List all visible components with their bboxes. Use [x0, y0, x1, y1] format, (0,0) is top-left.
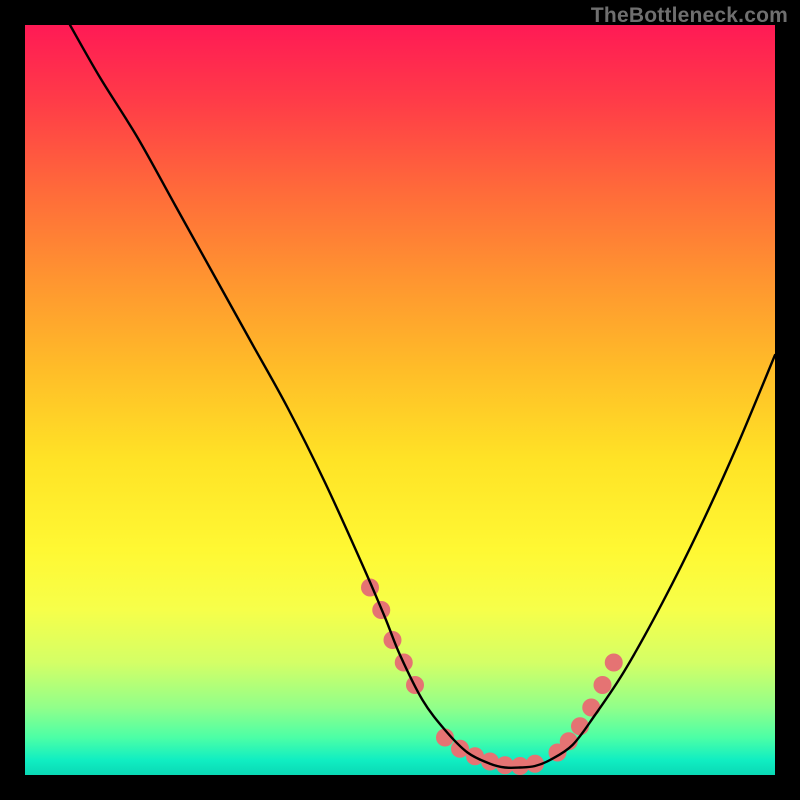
- chart-svg: [25, 25, 775, 775]
- highlight-dot: [594, 676, 612, 694]
- plot-area: [25, 25, 775, 775]
- curve-line: [70, 25, 775, 768]
- highlight-dot: [605, 654, 623, 672]
- highlight-dot: [582, 699, 600, 717]
- watermark-text: TheBottleneck.com: [591, 4, 788, 28]
- chart-frame: TheBottleneck.com: [0, 0, 800, 800]
